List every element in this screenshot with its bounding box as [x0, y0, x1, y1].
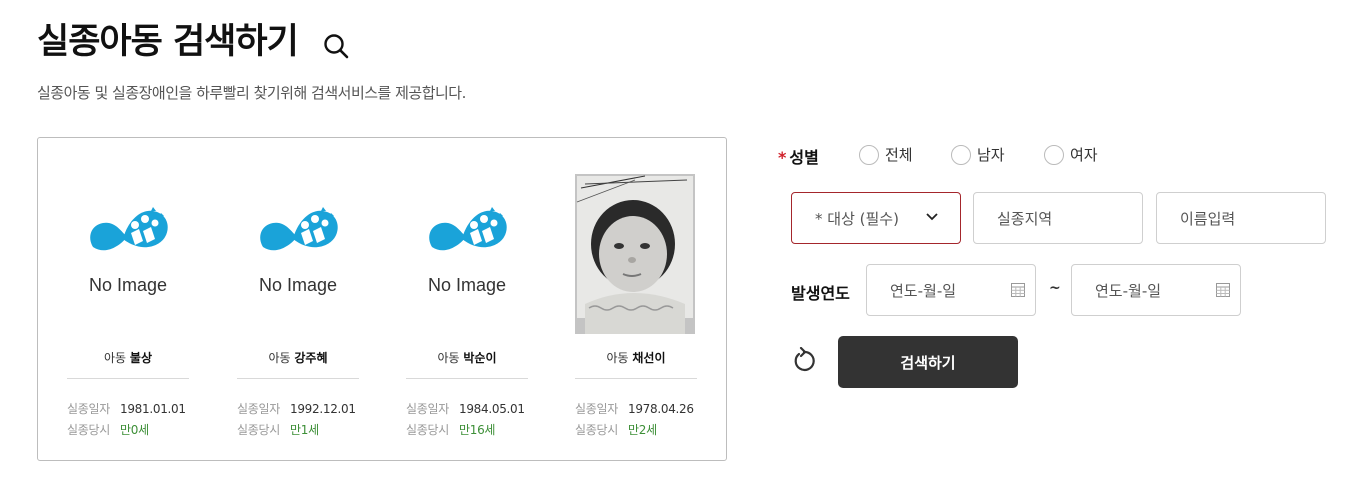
- missing-age-value: 만0세: [120, 423, 149, 437]
- missing-date-value: 1981.01.01: [120, 402, 186, 416]
- missing-date: 실종일자 1992.12.01: [237, 400, 356, 417]
- calendar-icon[interactable]: [1011, 283, 1025, 297]
- no-image-placeholder: No Image: [237, 174, 359, 334]
- name-input[interactable]: 이름입력: [1156, 192, 1326, 244]
- gender-radio-all[interactable]: 전체: [859, 144, 913, 165]
- radio-circle-icon[interactable]: [1044, 144, 1064, 165]
- radio-circle-icon[interactable]: [859, 144, 879, 165]
- gender-label-text: 성별: [789, 148, 819, 167]
- gender-option-label: 전체: [885, 146, 913, 164]
- child-photo: [575, 174, 695, 334]
- no-image-placeholder: No Image: [67, 174, 189, 334]
- no-image-text: No Image: [88, 275, 168, 295]
- child-name: 아동 박순이: [406, 349, 528, 366]
- gender-label: * 성별: [778, 144, 819, 168]
- missing-children-list: No Image 아동 불상 실종일자 1981.01.01 실종당시 만0세 No…: [37, 137, 727, 461]
- missing-age-label: 실종당시: [67, 423, 110, 437]
- no-image-text: No Image: [427, 275, 507, 295]
- missing-child-card[interactable]: 아동 채선이 실종일자 1978.04.26 실종당시 만2세: [575, 174, 697, 444]
- region-input[interactable]: 실종지역: [973, 192, 1143, 244]
- divider: [67, 378, 189, 379]
- radio-circle-icon[interactable]: [951, 144, 971, 165]
- search-button[interactable]: 검색하기: [838, 336, 1018, 388]
- name-placeholder: 이름입력: [1180, 209, 1236, 228]
- missing-date: 실종일자 1981.01.01: [67, 400, 186, 417]
- child-name-value: 불상: [129, 351, 152, 365]
- divider: [237, 378, 359, 379]
- no-image-logo-icon: [429, 207, 507, 251]
- missing-child-card[interactable]: No Image 아동 박순이 실종일자 1984.05.01 실종당시 만16세: [406, 174, 528, 444]
- missing-date-label: 실종일자: [406, 402, 449, 416]
- date-from-input[interactable]: 연도-월-일: [866, 264, 1036, 316]
- child-photo-image: [575, 174, 695, 334]
- missing-age: 실종당시 만2세: [575, 421, 657, 438]
- no-image-logo-icon: [260, 207, 338, 251]
- missing-age: 실종당시 만0세: [67, 421, 149, 438]
- date-to-input[interactable]: 연도-월-일: [1071, 264, 1241, 316]
- divider: [575, 378, 697, 379]
- missing-date-value: 1978.04.26: [628, 402, 694, 416]
- missing-age-label: 실종당시: [237, 423, 280, 437]
- missing-date-label: 실종일자: [67, 402, 110, 416]
- missing-age-value: 만2세: [628, 423, 657, 437]
- missing-date: 실종일자 1984.05.01: [406, 400, 525, 417]
- child-name: 아동 강주혜: [237, 349, 359, 366]
- gender-option-label: 여자: [1070, 146, 1098, 164]
- divider: [406, 378, 528, 379]
- gender-radio-female[interactable]: 여자: [1044, 144, 1098, 165]
- no-image-placeholder: No Image: [406, 174, 528, 334]
- child-type-label: 아동: [268, 351, 291, 365]
- date-range-separator: ~: [1049, 280, 1061, 296]
- missing-child-card[interactable]: No Image 아동 불상 실종일자 1981.01.01 실종당시 만0세: [67, 174, 189, 444]
- page-subtitle: 실종아동 및 실종장애인을 하루빨리 찾기위해 검색서비스를 제공합니다.: [37, 84, 466, 102]
- page-title: 실종아동 검색하기: [37, 22, 299, 62]
- child-type-label: 아동: [606, 351, 629, 365]
- target-select[interactable]: * 대상 (필수): [791, 192, 961, 244]
- required-mark: *: [778, 148, 787, 167]
- missing-date-value: 1992.12.01: [290, 402, 356, 416]
- no-image-logo-icon: [90, 207, 168, 251]
- child-name-value: 박순이: [463, 351, 497, 365]
- no-image-text: No Image: [258, 275, 338, 295]
- missing-date-label: 실종일자: [237, 402, 280, 416]
- year-label: 발생연도: [791, 284, 850, 303]
- target-select-value: * 대상 (필수): [815, 209, 899, 228]
- gender-option-label: 남자: [977, 146, 1005, 164]
- missing-age-value: 만16세: [459, 423, 496, 437]
- missing-age: 실종당시 만16세: [406, 421, 495, 438]
- child-name: 아동 불상: [67, 349, 189, 366]
- missing-age-label: 실종당시: [575, 423, 618, 437]
- missing-age-value: 만1세: [290, 423, 319, 437]
- gender-radio-male[interactable]: 남자: [951, 144, 1005, 165]
- child-name: 아동 채선이: [575, 349, 697, 366]
- child-name-value: 채선이: [632, 351, 666, 365]
- child-type-label: 아동: [437, 351, 460, 365]
- date-from-placeholder: 연도-월-일: [890, 281, 957, 300]
- search-form: * 성별 전체 남자 여자 * 대상 (필수) 실종지역 이름입력 발생연도 연도…: [778, 0, 1349, 485]
- chevron-down-icon: [926, 213, 938, 221]
- missing-age: 실종당시 만1세: [237, 421, 319, 438]
- missing-child-card[interactable]: No Image 아동 강주혜 실종일자 1992.12.01 실종당시 만1세: [237, 174, 359, 444]
- child-type-label: 아동: [103, 351, 127, 365]
- missing-date: 실종일자 1978.04.26: [575, 400, 694, 417]
- child-name-value: 강주혜: [294, 351, 328, 365]
- reset-icon[interactable]: [792, 347, 816, 373]
- search-icon[interactable]: [322, 32, 350, 60]
- missing-date-value: 1984.05.01: [459, 402, 525, 416]
- date-to-placeholder: 연도-월-일: [1095, 281, 1162, 300]
- missing-age-label: 실종당시: [406, 423, 449, 437]
- calendar-icon[interactable]: [1216, 283, 1230, 297]
- missing-date-label: 실종일자: [575, 402, 618, 416]
- region-placeholder: 실종지역: [997, 209, 1053, 228]
